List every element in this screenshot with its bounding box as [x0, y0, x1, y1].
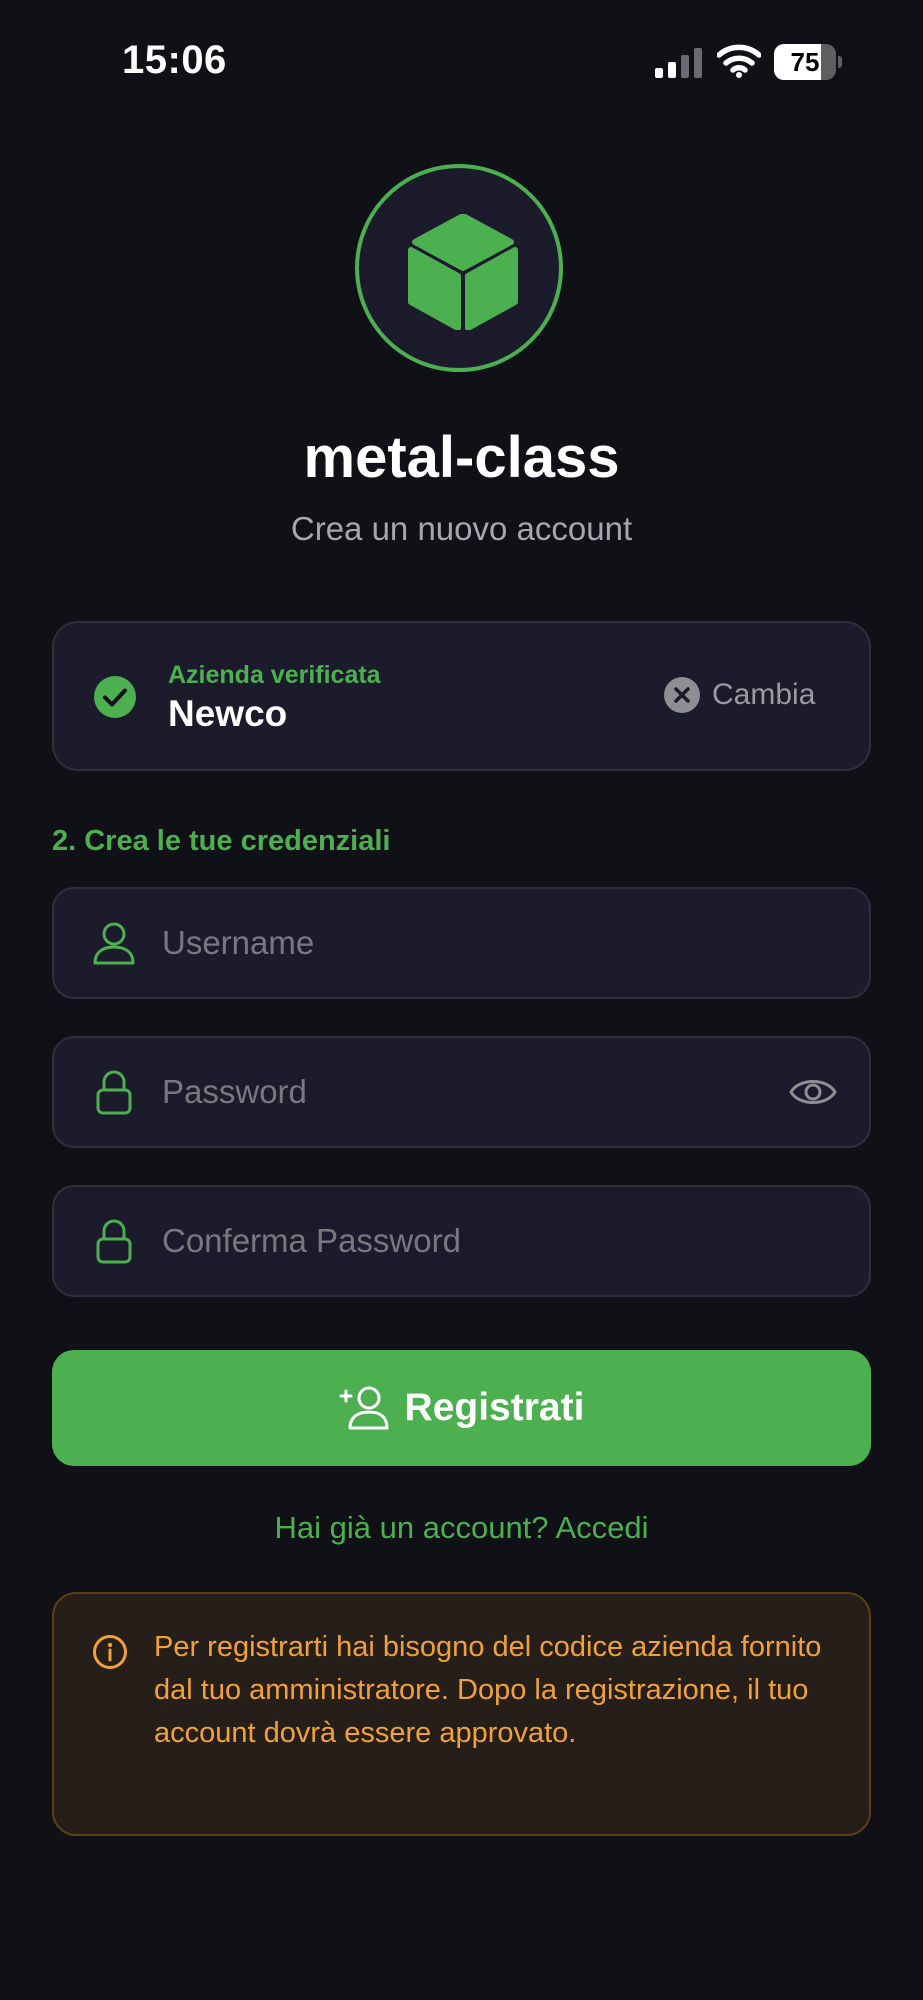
lock-icon — [96, 1219, 132, 1264]
register-button[interactable]: Registrati — [52, 1350, 871, 1466]
verified-label: Azienda verificata — [168, 661, 381, 689]
change-company-button[interactable]: Cambia — [664, 673, 815, 717]
password-field[interactable] — [52, 1036, 871, 1148]
credentials-section-label: 2. Crea le tue credenziali — [52, 825, 391, 857]
info-notice: Per registrarti hai bisogno del codice a… — [52, 1592, 871, 1836]
register-label: Registrati — [404, 1386, 585, 1429]
add-user-icon — [339, 1386, 389, 1430]
battery-percentage: 75 — [790, 47, 820, 77]
login-link[interactable]: Hai già un account? Accedi — [0, 1510, 923, 1546]
verified-company-card: Azienda verificata Newco Cambia — [52, 621, 871, 771]
info-text: Per registrarti hai bisogno del codice a… — [154, 1631, 822, 1749]
app-title: metal-class — [303, 425, 620, 490]
confirm-password-input[interactable] — [162, 1209, 802, 1273]
wifi-icon — [717, 44, 761, 78]
status-bar: 15:06 75 — [0, 0, 923, 120]
cube-icon — [408, 214, 518, 330]
check-circle-icon — [94, 676, 136, 718]
battery-icon: 75 — [774, 44, 842, 80]
info-icon — [93, 1635, 127, 1669]
username-field[interactable] — [52, 887, 871, 999]
user-icon — [93, 922, 135, 965]
lock-icon — [96, 1070, 132, 1115]
cellular-signal-icon — [655, 48, 702, 78]
username-input[interactable] — [162, 911, 802, 975]
page-subtitle: Crea un nuovo account — [290, 510, 633, 547]
close-circle-icon — [664, 677, 700, 713]
status-time: 15:06 — [122, 38, 227, 82]
eye-icon[interactable] — [789, 1074, 837, 1110]
company-name: Newco — [168, 693, 288, 734]
password-input[interactable] — [162, 1060, 802, 1124]
change-label: Cambia — [712, 678, 816, 711]
confirm-password-field[interactable] — [52, 1185, 871, 1297]
app-logo — [355, 164, 563, 372]
